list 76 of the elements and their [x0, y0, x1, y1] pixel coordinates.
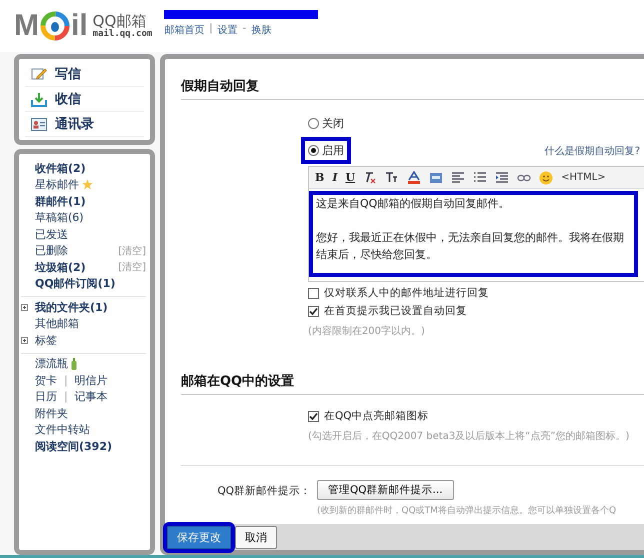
folder-link[interactable]: 草稿箱(6) — [35, 210, 84, 226]
bullet-list-icon[interactable] — [473, 172, 488, 183]
logo-letters: il — [71, 11, 88, 41]
product-name: QQ邮箱 — [92, 12, 146, 30]
expand-icon[interactable] — [21, 304, 28, 311]
font-size-icon[interactable] — [385, 171, 400, 184]
bold-button[interactable]: B — [315, 171, 324, 184]
folder-link[interactable]: 附件夹 — [35, 406, 68, 421]
bottle-icon — [71, 358, 77, 370]
align-icon[interactable] — [451, 172, 466, 183]
help-link[interactable]: 什么是假期自动回复? — [544, 144, 640, 158]
folder-link[interactable]: 收件箱(2) — [35, 160, 86, 176]
highlight-color-icon[interactable] — [429, 172, 444, 184]
folder-link[interactable]: 文件中转站 — [35, 422, 90, 438]
contact-card-icon — [31, 118, 47, 130]
folder-link[interactable]: 我的文件夹(1) — [35, 300, 108, 315]
pencil-note-icon — [31, 67, 47, 81]
logo-ring-icon — [40, 11, 70, 41]
folder-link[interactable]: QQ邮件订阅(1) — [35, 276, 116, 292]
nav-link[interactable]: 换肤 — [251, 22, 272, 36]
folder-link[interactable]: 明信片 — [74, 372, 108, 388]
folder-link[interactable]: 群邮件(1) — [35, 194, 86, 209]
sidebar-action[interactable]: 通讯录 — [25, 112, 144, 137]
html-mode-link[interactable]: <HTML> — [561, 172, 606, 183]
checkbox[interactable] — [308, 306, 319, 316]
folder-link[interactable]: 标签 — [35, 332, 57, 348]
nav-link[interactable]: 设置 — [218, 22, 238, 36]
editor-paragraph: 这是来自QQ邮箱的假期自动回复邮件。 — [316, 196, 510, 212]
field-label: QQ群新邮件提示： — [216, 484, 312, 499]
logo-letter: M — [14, 11, 39, 41]
folder-link[interactable]: 漂流瓶 — [35, 356, 68, 372]
section-title: 邮箱在QQ中的设置 — [181, 372, 644, 395]
checkbox-option[interactable]: 仅对联系人中的邮件地址进行回复 — [308, 286, 644, 300]
clear-format-icon[interactable] — [363, 171, 378, 184]
italic-button[interactable]: I — [332, 171, 338, 184]
editor-paragraph: 您好，我最近正在休假中，无法亲自回复您的邮件。我将在假期结束后，尽快给您回复。 — [316, 230, 625, 263]
radio-button[interactable] — [308, 145, 319, 156]
folder-link[interactable]: 阅读空间(392) — [35, 438, 112, 454]
hint-text: (勾选开启后，在QQ2007 beta3及以后版本上将“点亮”您的邮箱图标。) — [308, 430, 630, 443]
download-tray-icon — [31, 92, 47, 106]
font-color-icon[interactable] — [407, 171, 422, 184]
folder-link[interactable]: 其他邮箱 — [35, 316, 79, 332]
manage-button[interactable]: 管理QQ群新邮件提示... — [317, 480, 454, 500]
expand-icon[interactable] — [21, 336, 28, 344]
nav-link[interactable]: 邮箱首页 — [164, 22, 204, 36]
checkbox-option[interactable]: 在首页提示我已设置自动回复 — [308, 304, 644, 318]
underline-button[interactable]: U — [345, 171, 356, 184]
smiley-icon[interactable] — [539, 170, 554, 184]
folder-link[interactable]: 星标邮件 — [35, 177, 79, 192]
radio-option[interactable]: 启用 — [301, 137, 351, 164]
section-title: 假期自动回复 — [181, 77, 644, 100]
sidebar-action[interactable]: 写信 — [25, 62, 144, 87]
checkbox[interactable] — [308, 288, 319, 298]
sidebar-action[interactable]: 收信 — [25, 87, 144, 112]
form-button[interactable]: 取消 — [235, 526, 277, 548]
reply-text-editor[interactable]: 这是来自QQ邮箱的假期自动回复邮件。 您好，我最近正在休假中，无法亲自回复您的邮件。我将在假期结束后，尽快给您回复。 — [309, 191, 638, 277]
folder-link[interactable]: 已发送 — [35, 226, 68, 242]
domain-text: mail.qq.com — [92, 29, 152, 40]
link-icon[interactable] — [517, 174, 532, 182]
folder-link[interactable]: 日历 — [35, 389, 57, 404]
nav-separator: - — [242, 22, 246, 36]
hint-text: (内容限制在200字以内。) — [308, 324, 426, 338]
checkbox[interactable] — [308, 410, 319, 422]
star-icon — [82, 179, 93, 190]
radio-option[interactable]: 关闭 — [301, 110, 351, 137]
folder-link[interactable]: 贺卡 — [35, 372, 57, 388]
folder-link[interactable]: 垃圾箱(2) — [35, 260, 86, 275]
nav-separator: | — [209, 22, 213, 36]
link-separator: | — [64, 374, 68, 387]
radio-button[interactable] — [308, 118, 319, 129]
folder-link[interactable]: 记事本 — [74, 389, 108, 404]
folder-link[interactable]: 已删除 — [35, 243, 68, 258]
checkbox-option[interactable]: 在QQ中点亮邮箱图标 — [308, 409, 644, 423]
indent-icon[interactable] — [495, 172, 510, 183]
hint-text: (收到新的群邮件时，QQ或TM将自动弹出提示信息。您可以单独设置各个Q — [317, 504, 618, 517]
link-separator: | — [64, 390, 68, 404]
